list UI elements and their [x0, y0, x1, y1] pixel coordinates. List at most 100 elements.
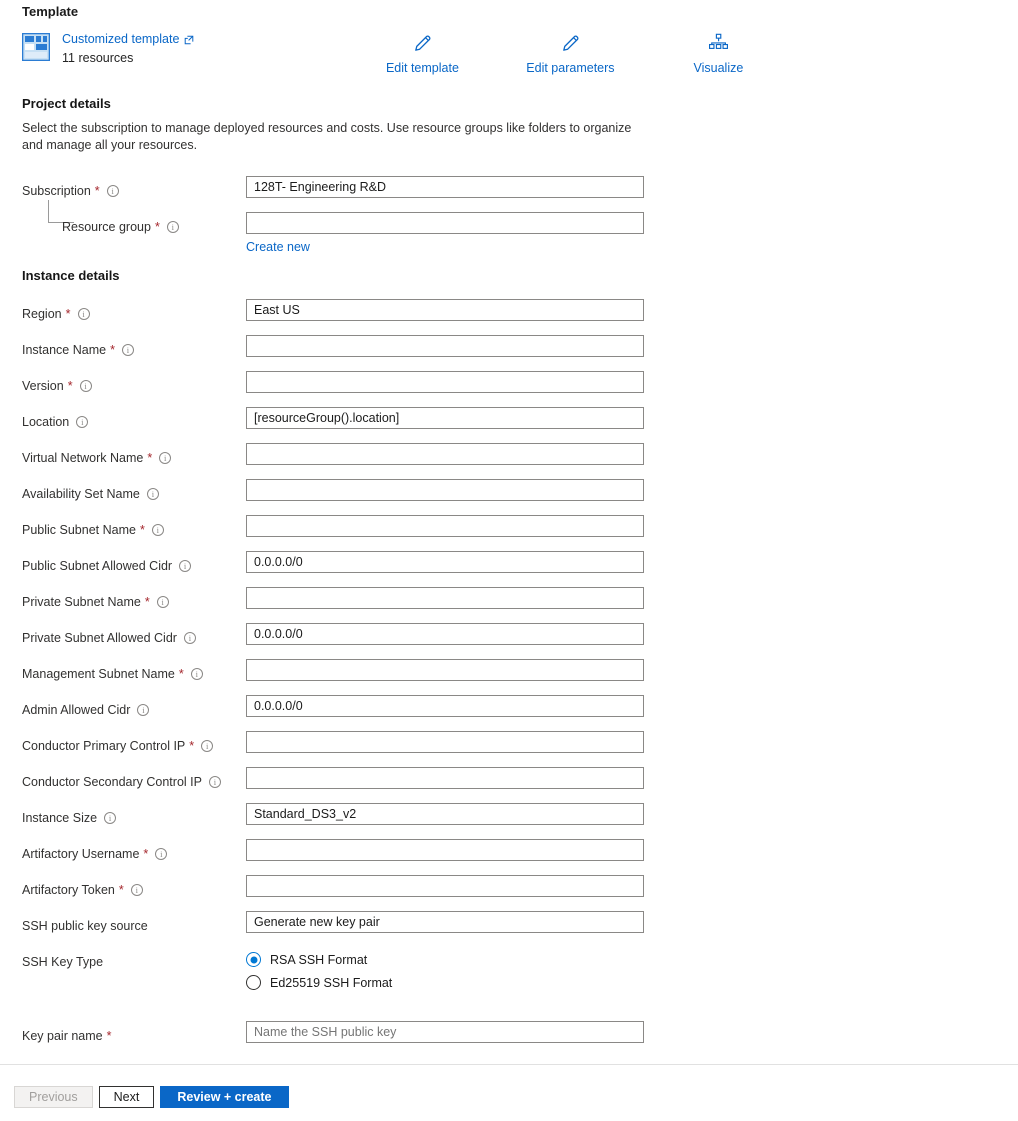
instance-size-value: Standard_DS3_v2 [246, 803, 644, 825]
subscription-select[interactable]: 128T- Engineering R&D [246, 176, 1018, 198]
version-label: Version* [22, 379, 92, 393]
key-pair-name-label: Key pair name* [22, 1029, 111, 1043]
wizard-footer: Previous Next Review + create [14, 1086, 289, 1108]
conductor-primary-control-ip-input[interactable] [246, 731, 644, 753]
ssh-key-source-row: SSH public key source Generate new key p… [22, 911, 1002, 947]
admin-allowed-cidr-input[interactable] [246, 695, 644, 717]
customized-template-link[interactable]: Customized template [62, 32, 194, 46]
project-details-description: Select the subscription to manage deploy… [22, 120, 647, 154]
info-icon[interactable] [167, 221, 179, 233]
info-icon[interactable] [104, 812, 116, 824]
region-label: Region* [22, 307, 90, 321]
customized-template-label: Customized template [62, 32, 179, 46]
template-section: Template Customized template [22, 4, 1002, 75]
subscription-label: Subscription* [22, 184, 119, 198]
version-input[interactable] [246, 371, 644, 393]
admin-allowed-cidr-label: Admin Allowed Cidr [22, 703, 149, 717]
instance-name-input[interactable] [246, 335, 644, 357]
private-subnet-allowed-cidr-label: Private Subnet Allowed Cidr [22, 631, 196, 645]
info-icon[interactable] [159, 452, 171, 464]
region-value: East US [246, 299, 644, 321]
ssh-key-source-label: SSH public key source [22, 919, 148, 933]
management-subnet-name-input[interactable] [246, 659, 644, 681]
info-icon[interactable] [191, 668, 203, 680]
template-resource-count: 11 resources [62, 51, 194, 65]
artifactory-token-label: Artifactory Token* [22, 883, 143, 897]
artifactory-token-row: Artifactory Token* [22, 875, 1002, 911]
conductor-secondary-control-ip-input[interactable] [246, 767, 644, 789]
info-icon[interactable] [157, 596, 169, 608]
info-icon[interactable] [155, 848, 167, 860]
resource-group-row: Resource group* Create new [22, 212, 1002, 260]
availability-set-name-label: Availability Set Name [22, 487, 159, 501]
version-row: Version* [22, 371, 1002, 407]
info-icon[interactable] [122, 344, 134, 356]
private-subnet-name-input[interactable] [246, 587, 644, 609]
ssh-key-type-label: SSH Key Type [22, 955, 103, 969]
artifactory-username-input[interactable] [246, 839, 644, 861]
radio-label-rsa: RSA SSH Format [270, 953, 367, 967]
radio-button-rsa[interactable] [246, 952, 261, 967]
availability-set-name-input[interactable] [246, 479, 644, 501]
location-row: Location [22, 407, 1002, 443]
info-icon[interactable] [147, 488, 159, 500]
management-subnet-name-label: Management Subnet Name* [22, 667, 203, 681]
arm-template-deployment-form: Template Customized template [0, 0, 1018, 1121]
info-icon[interactable] [137, 704, 149, 716]
private-subnet-name-row: Private Subnet Name* [22, 587, 1002, 623]
visualize-action[interactable]: Visualize [672, 30, 764, 75]
admin-allowed-cidr-row: Admin Allowed Cidr [22, 695, 1002, 731]
key-pair-name-input[interactable] [246, 1021, 644, 1043]
resource-group-value [246, 212, 644, 234]
info-icon[interactable] [131, 884, 143, 896]
edit-parameters-label: Edit parameters [526, 61, 614, 75]
radio-option-ed25519[interactable]: Ed25519 SSH Format [246, 971, 644, 994]
template-grid-icon [22, 33, 50, 61]
private-subnet-allowed-cidr-row: Private Subnet Allowed Cidr [22, 623, 1002, 659]
template-actions: Edit template Edit parameters [376, 30, 764, 75]
subscription-value: 128T- Engineering R&D [246, 176, 644, 198]
public-subnet-name-input[interactable] [246, 515, 644, 537]
info-icon[interactable] [107, 185, 119, 197]
instance-details-section: Instance details Region*East USInstance … [22, 268, 1002, 1057]
info-icon[interactable] [201, 740, 213, 752]
subscription-row: Subscription* 128T- Engineering R&D [22, 176, 1002, 212]
ssh-key-source-select[interactable]: Generate new key pair [246, 911, 1018, 933]
instance-size-label: Instance Size [22, 811, 116, 825]
review-create-button[interactable]: Review + create [160, 1086, 288, 1108]
location-input[interactable] [246, 407, 644, 429]
info-icon[interactable] [152, 524, 164, 536]
info-icon[interactable] [179, 560, 191, 572]
info-icon[interactable] [184, 632, 196, 644]
radio-option-rsa[interactable]: RSA SSH Format [246, 948, 644, 971]
instance-size-row: Instance Size Standard_DS3_v2 [22, 803, 1002, 839]
ssh-key-type-row: SSH Key Type RSA SSH Format Ed25519 SSH … [22, 947, 1002, 1007]
info-icon[interactable] [80, 380, 92, 392]
artifactory-token-input[interactable] [246, 875, 644, 897]
radio-button-ed25519[interactable] [246, 975, 261, 990]
next-button[interactable]: Next [99, 1086, 155, 1108]
previous-button[interactable]: Previous [14, 1086, 93, 1108]
instance-size-select[interactable]: Standard_DS3_v2 [246, 803, 1018, 825]
info-icon[interactable] [76, 416, 88, 428]
availability-set-name-row: Availability Set Name [22, 479, 1002, 515]
region-row: Region* East US [22, 299, 1002, 335]
pencil-icon [412, 30, 433, 56]
edit-parameters-action[interactable]: Edit parameters [524, 30, 616, 75]
conductor-secondary-control-ip-label: Conductor Secondary Control IP [22, 775, 221, 789]
virtual-network-name-input[interactable] [246, 443, 644, 465]
ssh-key-source-value: Generate new key pair [246, 911, 644, 933]
region-select[interactable]: East US [246, 299, 1018, 321]
edit-template-action[interactable]: Edit template [376, 30, 468, 75]
ssh-key-type-radio-group: RSA SSH Format Ed25519 SSH Format [246, 948, 644, 994]
instance-field-list: Region*East USInstance Name*Version*Loca… [22, 299, 1002, 911]
resource-group-select[interactable] [246, 212, 1018, 234]
project-details-section: Project details Select the subscription … [22, 96, 1002, 260]
info-icon[interactable] [209, 776, 221, 788]
public-subnet-allowed-cidr-input[interactable] [246, 551, 644, 573]
private-subnet-name-label: Private Subnet Name* [22, 595, 169, 609]
private-subnet-allowed-cidr-input[interactable] [246, 623, 644, 645]
pencil-icon [560, 30, 581, 56]
create-new-resource-group-link[interactable]: Create new [246, 240, 310, 254]
info-icon[interactable] [78, 308, 90, 320]
